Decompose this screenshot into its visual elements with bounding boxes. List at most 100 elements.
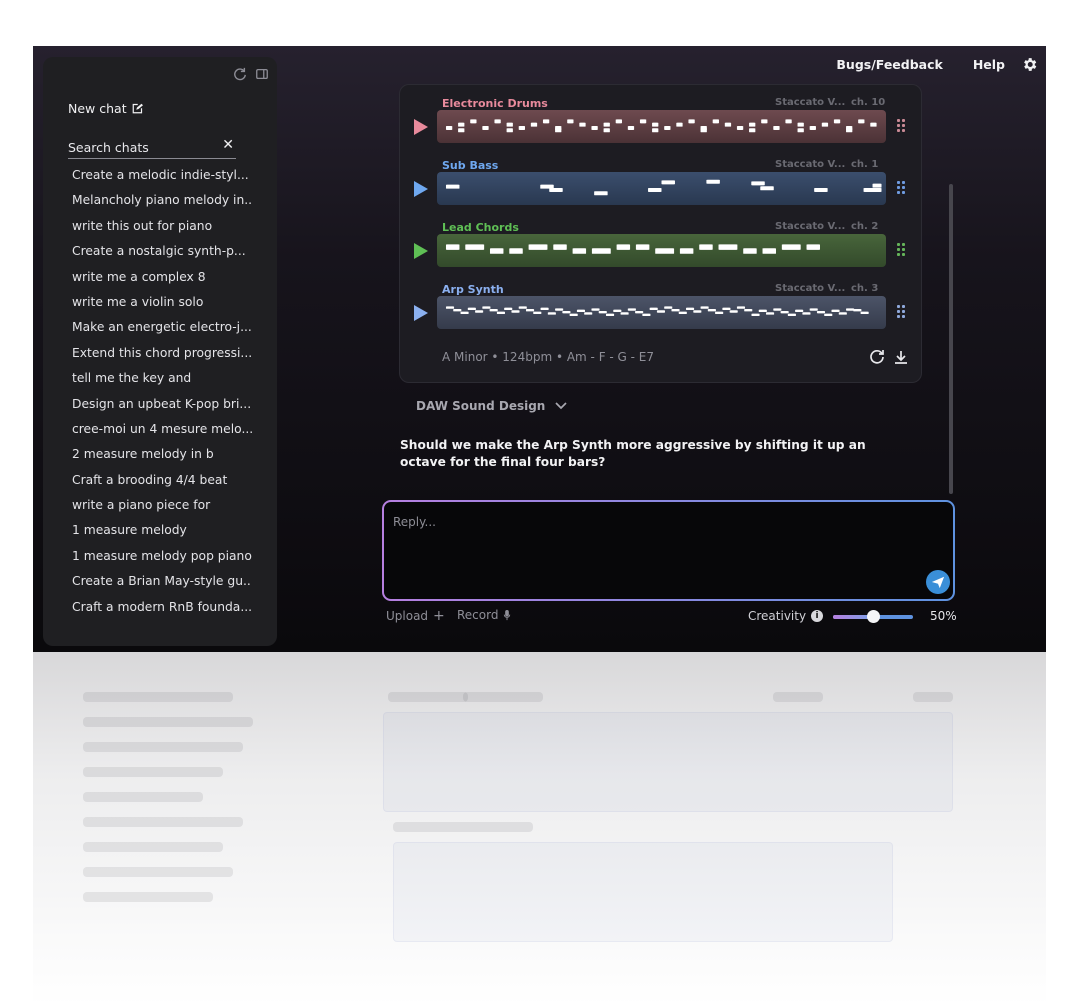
- info-icon[interactable]: i: [811, 610, 823, 622]
- chat-list-item[interactable]: tell me the key and: [72, 369, 252, 394]
- track-instrument[interactable]: Staccato V...: [775, 221, 845, 232]
- play-icon[interactable]: [414, 305, 428, 321]
- chat-list-item[interactable]: Craft a modern RnB founda...: [72, 598, 252, 623]
- note: [686, 307, 695, 311]
- collapse-sidebar-icon[interactable]: [255, 67, 269, 81]
- chat-list-item[interactable]: write a piano piece for: [72, 496, 252, 521]
- note: [872, 183, 882, 188]
- note: [749, 122, 756, 127]
- note: [707, 308, 716, 312]
- chat-list-item[interactable]: Design an upbeat K-pop bri...: [72, 395, 252, 420]
- note: [591, 308, 600, 311]
- note: [635, 244, 650, 250]
- note: [613, 309, 622, 313]
- upload-label: Upload: [386, 609, 429, 623]
- note: [693, 310, 702, 313]
- record-button[interactable]: Record: [457, 608, 511, 622]
- note: [809, 125, 816, 130]
- note: [797, 128, 804, 133]
- note: [615, 119, 622, 124]
- slider-thumb[interactable]: [867, 610, 880, 623]
- note-grid: [445, 179, 882, 196]
- track-instrument[interactable]: Staccato V...: [775, 159, 845, 170]
- drag-handle-icon[interactable]: [897, 305, 906, 319]
- help-link[interactable]: Help: [973, 57, 1005, 72]
- note: [863, 187, 882, 192]
- assistant-message: Should we make the Arp Synth more aggres…: [400, 438, 866, 469]
- chat-list-item[interactable]: Create a nostalgic synth-p...: [72, 242, 252, 267]
- new-chat-button[interactable]: New chat: [68, 101, 143, 116]
- note: [773, 125, 780, 130]
- chat-list-item[interactable]: write me a violin solo: [72, 293, 252, 318]
- note: [744, 308, 753, 312]
- play-icon[interactable]: [414, 243, 428, 259]
- download-icon[interactable]: [893, 349, 909, 365]
- note: [858, 119, 865, 124]
- track-channel: ch. 10: [851, 97, 886, 108]
- scrollbar[interactable]: [949, 184, 953, 494]
- note: [555, 128, 562, 133]
- chat-list-item[interactable]: Create a melodic indie-styl...: [72, 166, 252, 191]
- note: [652, 122, 659, 127]
- drag-handle-icon[interactable]: [897, 181, 906, 195]
- note: [528, 244, 548, 250]
- drag-handle-icon[interactable]: [897, 119, 906, 133]
- chat-list-item[interactable]: Melancholy piano melody in...: [72, 191, 252, 216]
- track-instrument[interactable]: Staccato V...: [775, 97, 845, 108]
- reply-input[interactable]: [393, 515, 913, 585]
- bugs-feedback-link[interactable]: Bugs/Feedback: [836, 57, 942, 72]
- chat-list-item[interactable]: Create a Brian May-style gu...: [72, 572, 252, 597]
- note: [518, 125, 526, 130]
- chat-list-item[interactable]: Make an energetic electro-j...: [72, 318, 252, 343]
- track-instrument[interactable]: Staccato V...: [775, 283, 845, 294]
- note: [504, 307, 513, 311]
- piano-roll[interactable]: [437, 172, 886, 205]
- note: [598, 310, 607, 314]
- note-grid: [445, 306, 869, 316]
- piano-roll[interactable]: [437, 110, 886, 143]
- note: [530, 122, 538, 127]
- chat-list-item[interactable]: write me a complex 8: [72, 268, 252, 293]
- drag-handle-icon[interactable]: [897, 243, 906, 257]
- piano-roll[interactable]: [437, 296, 886, 329]
- note: [649, 307, 658, 311]
- note: [781, 244, 801, 250]
- note: [762, 248, 776, 254]
- note: [465, 244, 485, 250]
- note: [773, 308, 782, 311]
- note: [579, 122, 586, 127]
- regenerate-icon[interactable]: [869, 349, 885, 365]
- note: [591, 248, 611, 254]
- chat-list-item[interactable]: Extend this chord progressi...: [72, 344, 252, 369]
- chat-list-item[interactable]: Craft a brooding 4/4 beat: [72, 471, 252, 496]
- creativity-slider[interactable]: [833, 608, 913, 626]
- gear-icon[interactable]: [1021, 56, 1038, 73]
- note: [814, 187, 828, 192]
- chat-list-item[interactable]: 1 measure melody pop piano: [72, 547, 252, 572]
- note: [780, 310, 789, 314]
- daw-sound-design-label: DAW Sound Design: [416, 399, 546, 413]
- chat-list-item[interactable]: write this out for piano: [72, 217, 252, 242]
- note: [655, 248, 675, 254]
- note: [603, 122, 610, 127]
- piano-roll[interactable]: [437, 234, 886, 267]
- note: [642, 313, 651, 316]
- upload-button[interactable]: Upload +: [386, 608, 445, 624]
- creativity-label: Creativity: [748, 609, 807, 623]
- daw-sound-design-toggle[interactable]: DAW Sound Design: [416, 399, 567, 413]
- note: [635, 310, 644, 314]
- chat-list-item[interactable]: 2 measure melody in b: [72, 445, 252, 470]
- play-icon[interactable]: [414, 119, 428, 135]
- note: [445, 244, 460, 250]
- search-input[interactable]: [68, 140, 218, 155]
- chat-list-item[interactable]: 1 measure melody: [72, 521, 252, 546]
- play-icon[interactable]: [414, 181, 428, 197]
- close-icon[interactable]: ✕: [222, 137, 234, 153]
- send-button[interactable]: [926, 570, 950, 594]
- chat-list-item[interactable]: cree-moi un 4 mesure melo...: [72, 420, 252, 445]
- note: [688, 119, 695, 124]
- refresh-icon[interactable]: [233, 67, 247, 81]
- note: [445, 306, 455, 309]
- note: [562, 310, 571, 314]
- note: [533, 311, 542, 315]
